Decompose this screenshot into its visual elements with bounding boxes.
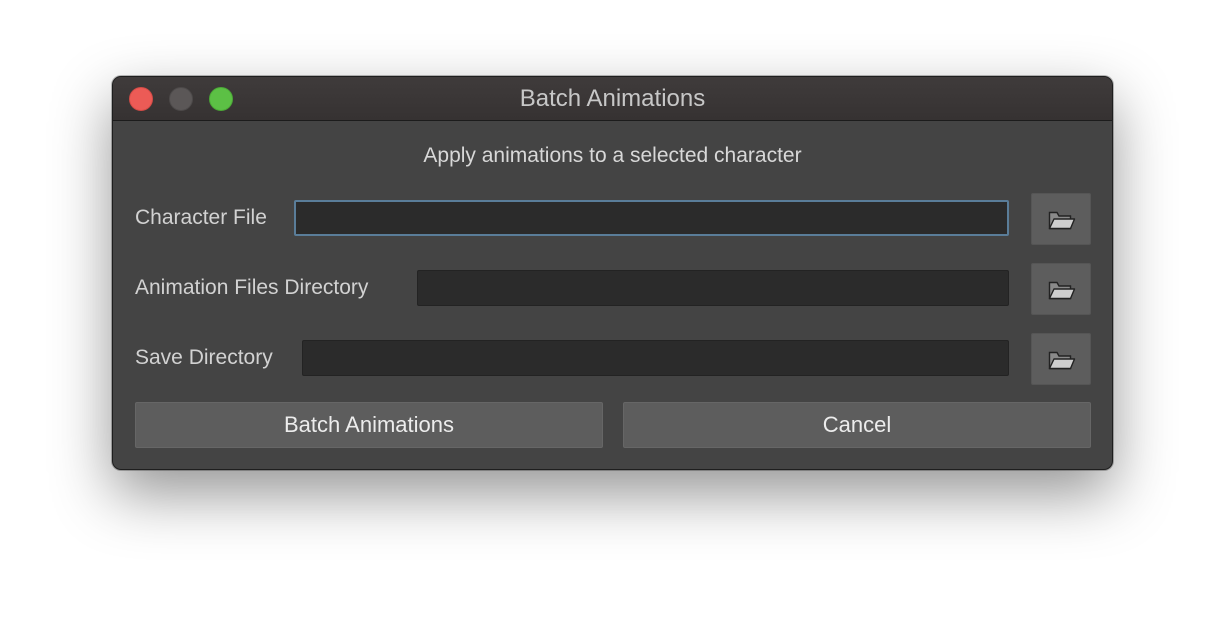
character-file-input[interactable] xyxy=(294,200,1009,236)
character-file-label: Character File xyxy=(135,206,267,229)
animation-directory-input[interactable] xyxy=(417,270,1009,306)
save-directory-input[interactable] xyxy=(302,340,1009,376)
folder-open-icon xyxy=(1048,211,1076,230)
character-file-browse-button[interactable] xyxy=(1031,193,1091,245)
folder-open-icon xyxy=(1048,281,1076,300)
batch-animations-button[interactable]: Batch Animations xyxy=(135,402,603,448)
animation-directory-browse-button[interactable] xyxy=(1031,263,1091,315)
batch-animations-window: Batch Animations Apply animations to a s… xyxy=(112,76,1113,470)
cancel-button[interactable]: Cancel xyxy=(623,402,1091,448)
save-directory-browse-button[interactable] xyxy=(1031,333,1091,385)
animation-directory-label: Animation Files Directory xyxy=(135,276,369,299)
save-directory-label: Save Directory xyxy=(135,346,273,369)
window-title: Batch Animations xyxy=(519,85,706,112)
dialog-subtitle: Apply animations to a selected character xyxy=(423,144,802,167)
title-bar[interactable]: Batch Animations xyxy=(113,77,1112,121)
folder-open-icon xyxy=(1048,351,1076,370)
